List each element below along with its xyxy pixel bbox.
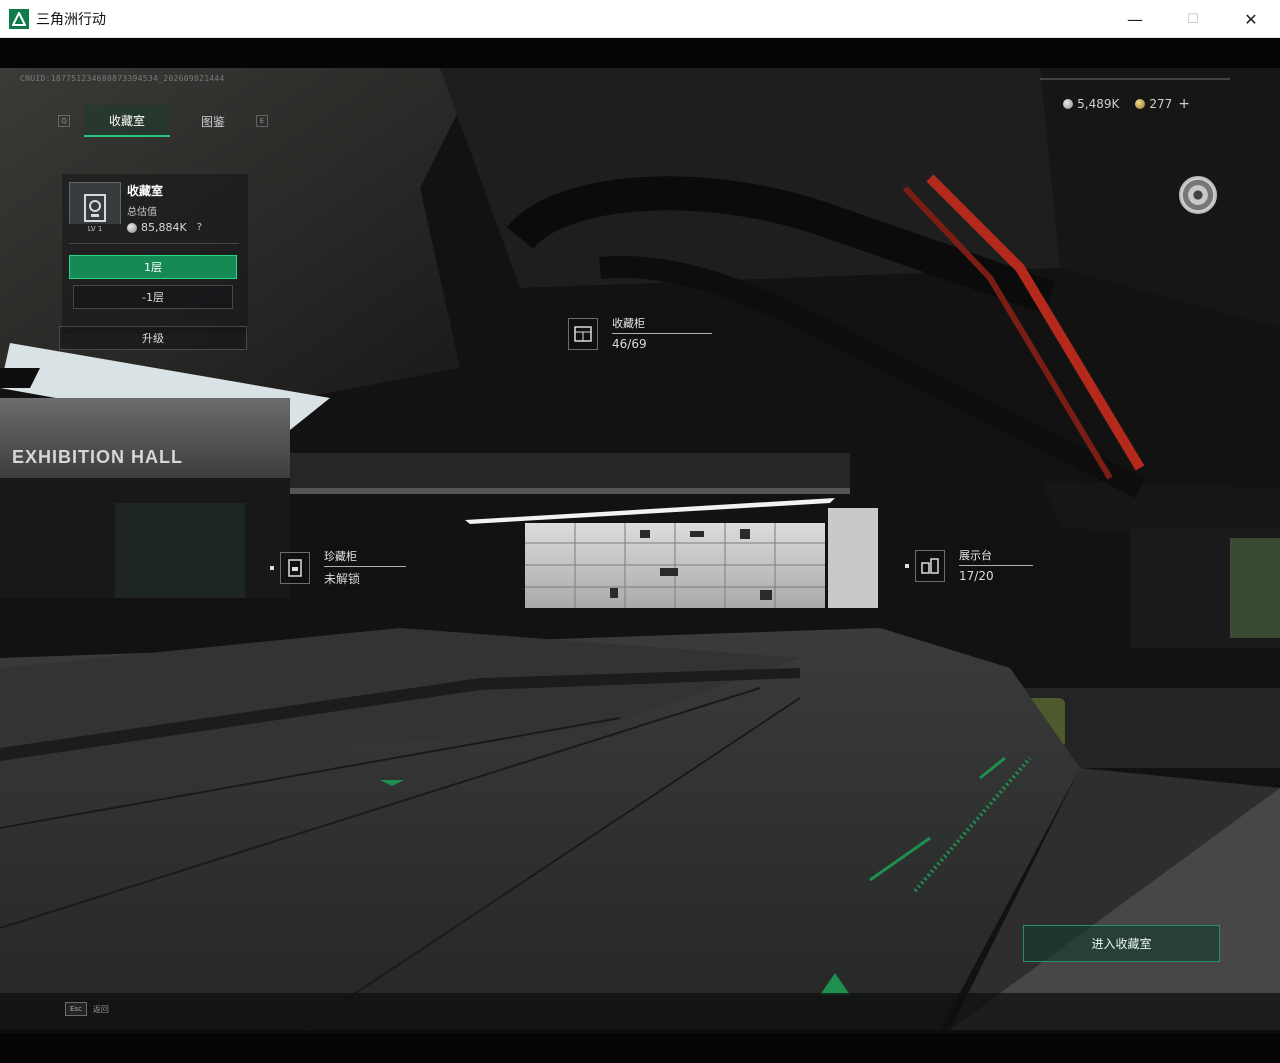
user-uid: CNUID:187751234680873394534_202609021444	[20, 74, 225, 83]
esc-key-icon: Esc	[65, 1002, 87, 1016]
bottom-hint-bar	[0, 993, 1280, 1033]
floor-1-button[interactable]: 1层	[69, 255, 237, 279]
upgrade-button[interactable]: 升级	[59, 326, 247, 350]
silver-currency-icon	[1063, 99, 1074, 109]
silver-amount: 5,489K	[1077, 97, 1120, 111]
cabinet-icon	[568, 317, 598, 350]
topbar-divider	[1040, 78, 1230, 80]
total-value: 85,884K ?	[127, 221, 202, 234]
maximize-button[interactable]: ☐	[1164, 0, 1222, 38]
collection-cabinet-label[interactable]: 收藏柜 46/69	[568, 313, 722, 354]
tab-right-key-hint: E	[256, 115, 268, 127]
close-button[interactable]: ✕	[1222, 0, 1280, 38]
hall-sign: EXHIBITION HALL	[12, 447, 183, 467]
window-titlebar: 三角洲行动 — ☐ ✕	[0, 0, 1280, 38]
collection-cabinet-title: 收藏柜	[612, 317, 645, 330]
treasure-cabinet-status: 未解锁	[324, 572, 361, 586]
tab-collection-room[interactable]: 收藏室	[84, 105, 170, 137]
help-icon[interactable]: ?	[197, 222, 202, 233]
display-stand-icon	[915, 549, 945, 582]
silver-coin-icon	[127, 222, 137, 233]
label-underline	[612, 333, 712, 334]
total-value-amount: 85,884K	[141, 221, 187, 234]
label-underline	[959, 565, 1033, 566]
locked-cabinet-icon	[280, 552, 310, 584]
collection-room-info-panel: LV 1 收藏室 总估值 85,884K ?	[62, 174, 248, 334]
level-badge: LV 1	[69, 224, 121, 235]
collection-tabs: Q 收藏室 图鉴 E	[58, 105, 268, 137]
display-stand-title: 展示台	[959, 549, 992, 562]
collection-room-title: 收藏室	[127, 184, 164, 198]
esc-back-hint[interactable]: Esc 返回	[65, 1002, 109, 1016]
label-underline	[324, 566, 406, 567]
add-currency-button[interactable]: +	[1178, 96, 1190, 112]
back-label: 返回	[92, 1004, 109, 1014]
label-anchor-dot	[270, 566, 274, 570]
disc-music-icon[interactable]	[1179, 176, 1217, 214]
total-value-label: 总估值	[127, 207, 157, 218]
game-viewport[interactable]: EXHIBITION HALL CNUID:187751234680873394…	[0, 38, 1280, 1063]
treasure-cabinet-title: 珍藏柜	[324, 550, 357, 563]
currency-display: 5,489K 277 +	[1063, 96, 1190, 112]
enter-collection-room-button[interactable]: 进入收藏室	[1023, 925, 1220, 962]
tab-left-key-hint: Q	[58, 115, 70, 127]
tab-catalog[interactable]: 图鉴	[170, 105, 256, 137]
floor-minus1-button[interactable]: -1层	[73, 285, 233, 309]
display-stand-label[interactable]: 展示台 17/20	[905, 545, 1043, 586]
treasure-cabinet-label[interactable]: 珍藏柜 未解锁	[270, 546, 416, 590]
collection-cabinet-count: 46/69	[612, 337, 647, 351]
minimize-button[interactable]: —	[1106, 0, 1164, 38]
label-anchor-dot	[905, 563, 909, 568]
gold-amount: 277	[1149, 97, 1173, 111]
info-divider	[69, 243, 239, 244]
display-stand-count: 17/20	[959, 569, 994, 583]
window-title: 三角洲行动	[36, 11, 106, 28]
gold-currency-icon	[1135, 99, 1146, 109]
app-logo-icon	[9, 8, 29, 29]
